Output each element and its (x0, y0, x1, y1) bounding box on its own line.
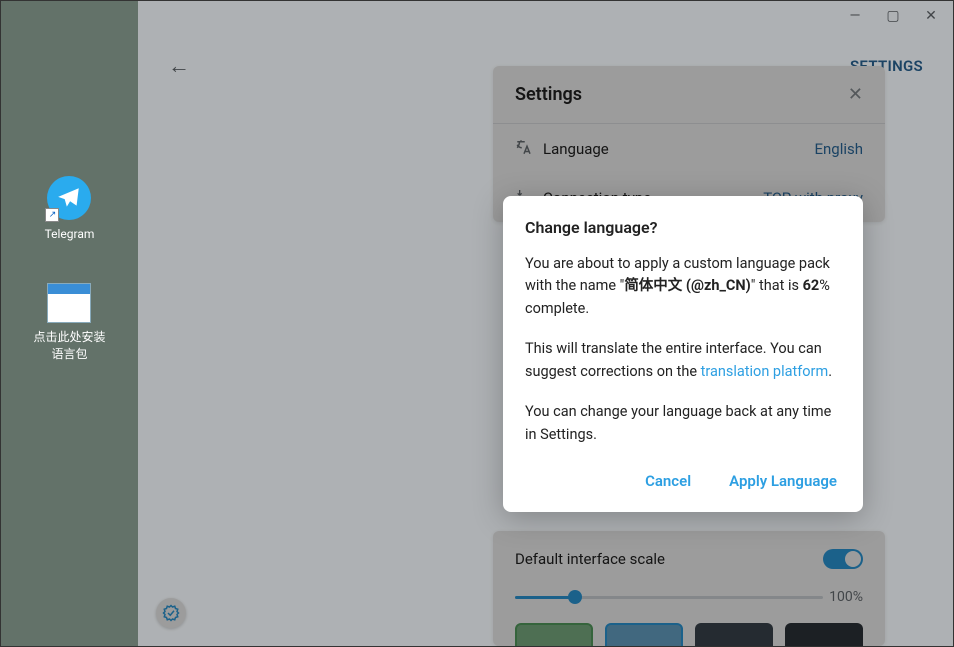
telegram-shortcut[interactable]: ↗ Telegram (45, 176, 95, 243)
window-controls: ― ▢ ✕ (833, 1, 953, 31)
langpack-shortcut[interactable]: 点击此处安装 语言包 (33, 283, 105, 363)
modal-paragraph-1: You are about to apply a custom language… (525, 253, 841, 320)
translate-icon (515, 138, 543, 160)
theme-tile[interactable] (785, 623, 863, 646)
modal-paragraph-2: This will translate the entire interface… (525, 338, 841, 383)
back-arrow-icon[interactable]: ← (168, 53, 190, 79)
theme-tiles (515, 623, 863, 646)
row-language-label: Language (543, 140, 609, 158)
translation-platform-link[interactable]: translation platform (701, 363, 829, 380)
app-window: ← SETTINGS Settings ✕ Language English (138, 1, 953, 646)
modal-title: Change language? (525, 218, 841, 237)
scale-label: Default interface scale (515, 550, 665, 568)
shortcut-arrow-icon: ↗ (45, 208, 59, 222)
theme-tile[interactable] (605, 623, 683, 646)
file-icon (47, 283, 91, 323)
scale-panel: Default interface scale 100% (493, 531, 885, 646)
desktop-strip: ↗ Telegram 点击此处安装 语言包 (1, 1, 138, 646)
theme-tile[interactable] (515, 623, 593, 646)
close-window-icon[interactable]: ✕ (923, 8, 939, 24)
row-language[interactable]: Language English (493, 124, 885, 174)
maximize-icon[interactable]: ▢ (885, 8, 901, 24)
modal-paragraph-3: You can change your language back at any… (525, 401, 841, 446)
apply-language-button[interactable]: Apply Language (725, 466, 841, 496)
minimize-icon[interactable]: ― (847, 8, 863, 24)
verified-badge[interactable] (156, 598, 186, 628)
row-language-value: English (814, 140, 863, 158)
close-icon[interactable]: ✕ (848, 84, 863, 105)
cancel-button[interactable]: Cancel (641, 466, 695, 496)
scale-slider[interactable]: 100% (515, 587, 863, 607)
panel-title: Settings (515, 84, 582, 105)
scale-value: 100% (829, 589, 863, 605)
scale-switch[interactable] (823, 549, 863, 569)
telegram-icon: ↗ (47, 176, 91, 220)
telegram-label: Telegram (45, 226, 95, 243)
theme-tile[interactable] (695, 623, 773, 646)
change-language-modal: Change language? You are about to apply … (503, 196, 863, 512)
langpack-label: 点击此处安装 语言包 (33, 329, 105, 363)
